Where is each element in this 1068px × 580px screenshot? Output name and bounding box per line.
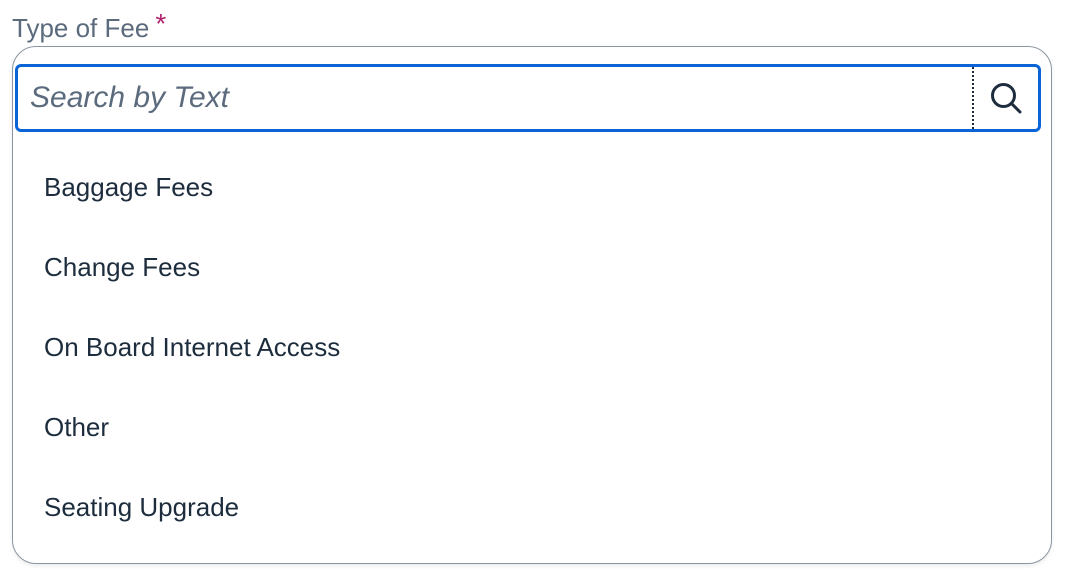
list-item-on-board-internet-access[interactable]: On Board Internet Access [13, 307, 1051, 387]
dropdown-popover: Baggage Fees Change Fees On Board Intern… [12, 46, 1052, 564]
list-item-baggage-fees[interactable]: Baggage Fees [13, 147, 1051, 227]
search-button[interactable] [974, 67, 1038, 129]
list-item-change-fees[interactable]: Change Fees [13, 227, 1051, 307]
list-item-other[interactable]: Other [13, 387, 1051, 467]
search-field [15, 64, 1041, 132]
search-input[interactable] [18, 67, 972, 129]
options-list: Baggage Fees Change Fees On Board Intern… [13, 147, 1051, 547]
field-label-row: Type of Fee * [12, 8, 166, 48]
list-item-seating-upgrade[interactable]: Seating Upgrade [13, 467, 1051, 547]
field-label: Type of Fee [12, 13, 150, 43]
required-marker: * [155, 8, 167, 39]
search-icon [991, 83, 1022, 114]
